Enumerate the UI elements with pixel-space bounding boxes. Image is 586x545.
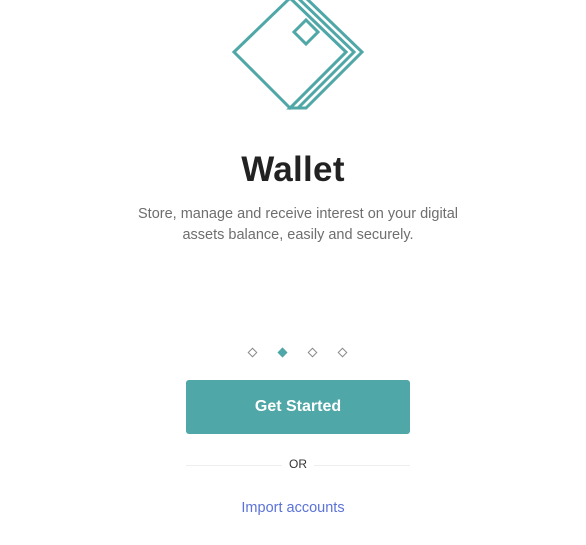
or-divider: OR (186, 455, 410, 475)
carousel-pagination (240, 344, 360, 364)
page-title: Wallet (241, 150, 345, 189)
carousel-dot-1[interactable] (247, 347, 258, 358)
get-started-button[interactable]: Get Started (186, 380, 410, 434)
wallet-illustration (228, 0, 368, 112)
carousel-dot-4[interactable] (337, 347, 348, 358)
import-accounts-link[interactable]: Import accounts (0, 500, 586, 516)
page-description: Store, manage and receive interest on yo… (138, 206, 458, 243)
divider-label: OR (289, 457, 307, 471)
carousel-dot-2-active[interactable] (277, 347, 288, 358)
carousel-dot-3[interactable] (307, 347, 318, 358)
divider-line-right (314, 465, 410, 466)
wallet-cards-icon (231, 0, 365, 111)
